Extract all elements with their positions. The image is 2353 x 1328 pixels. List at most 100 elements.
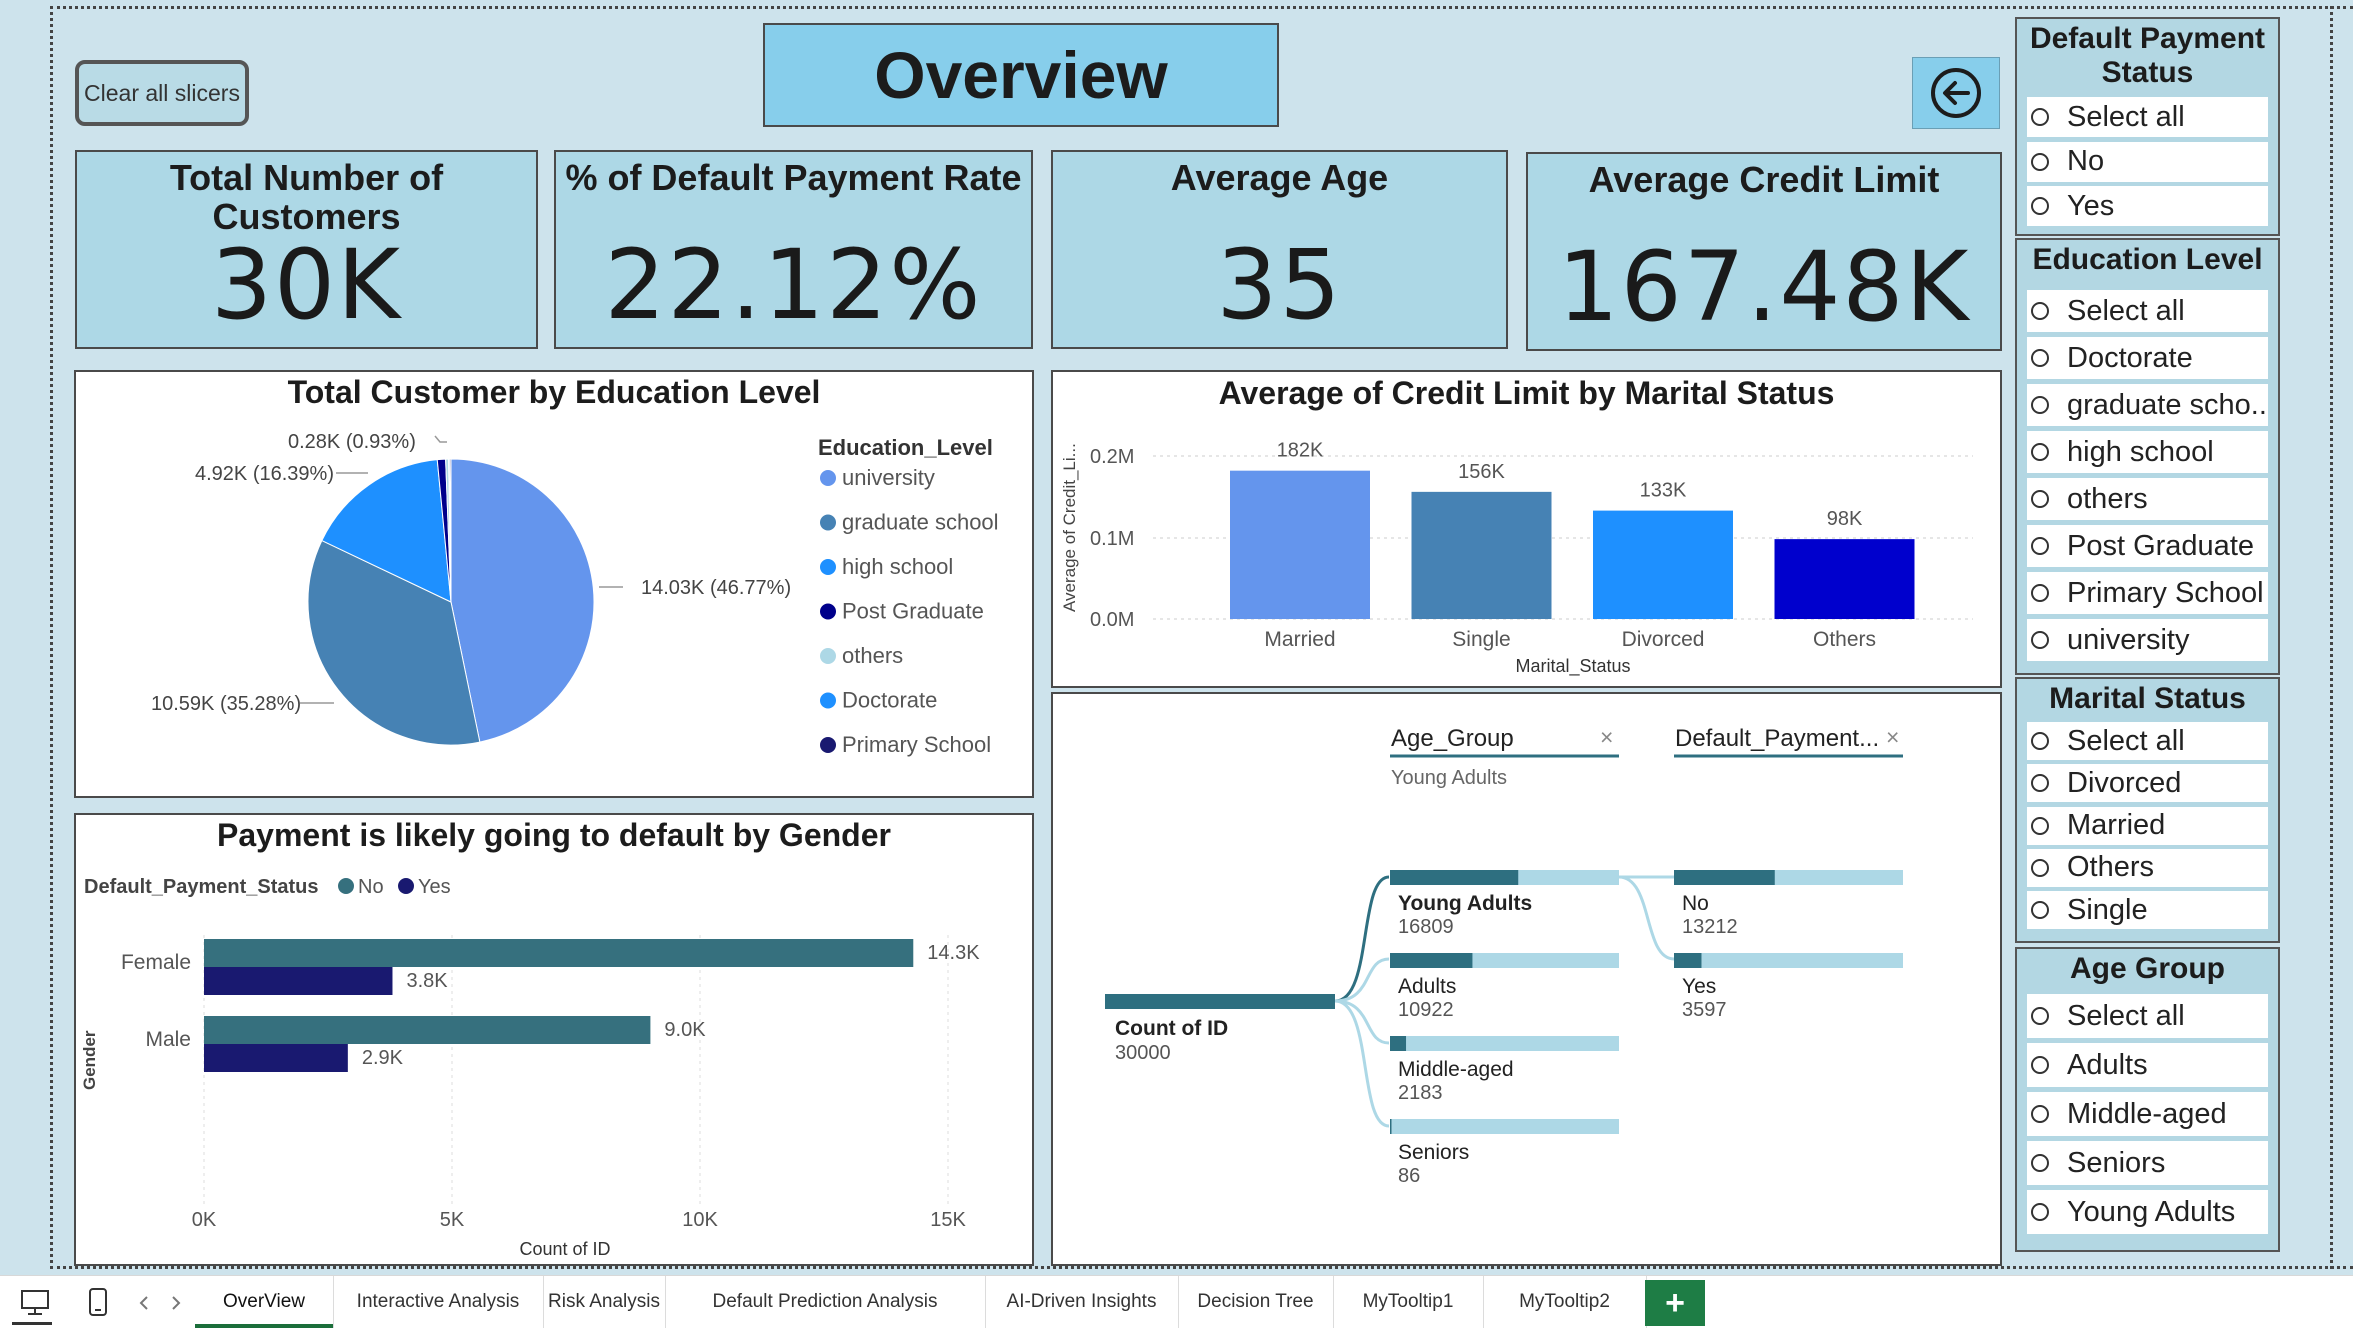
slicer-option-young-adults[interactable]: Young Adults: [2027, 1190, 2268, 1234]
slicer-option-others[interactable]: others: [2027, 478, 2268, 520]
tree-node-no-bar[interactable]: [1674, 870, 1775, 885]
bar-others[interactable]: [1774, 539, 1915, 619]
remove-level-icon[interactable]: ×: [1600, 724, 1613, 750]
radio-button-icon[interactable]: [2031, 152, 2049, 171]
slicer-option-adults[interactable]: Adults: [2027, 1043, 2268, 1087]
decomposition-tree-panel[interactable]: Age_Group × Young Adults Default_Payment…: [1051, 692, 2002, 1266]
radio-button-icon[interactable]: [2031, 349, 2049, 367]
tree-node-adults-bar[interactable]: [1390, 953, 1473, 968]
radio-button-icon[interactable]: [2031, 1154, 2049, 1172]
slicer-option-divorced[interactable]: Divorced: [2027, 764, 2268, 803]
education-pie-panel[interactable]: Total Customer by Education Level 14.03K…: [74, 370, 1034, 798]
tree-node-yes-bar[interactable]: [1674, 953, 1702, 968]
tree-node-middle-aged-track[interactable]: [1390, 1036, 1619, 1051]
radio-button-icon[interactable]: [2031, 816, 2049, 835]
education-pie-chart[interactable]: 14.03K (46.77%) 10.59K (35.28%) 4.92K (1…: [76, 372, 1032, 796]
radio-button-icon[interactable]: [2031, 302, 2049, 320]
marital-status-slicer[interactable]: Marital Status Select all Divorced Married…: [2015, 677, 2280, 943]
radio-button-icon[interactable]: [2031, 1056, 2049, 1074]
pie-slice-university[interactable]: [450, 458, 595, 743]
radio-button-icon[interactable]: [2031, 108, 2049, 126]
tab-mytooltip2[interactable]: MyTooltip2: [1483, 1276, 1647, 1328]
tab-risk-analysis[interactable]: Risk Analysis: [543, 1276, 666, 1328]
legend-item-high-school[interactable]: high school: [842, 554, 953, 579]
legend-item-university[interactable]: university: [842, 465, 935, 490]
radio-button-icon[interactable]: [2031, 537, 2049, 555]
desktop-view-icon[interactable]: [20, 1289, 50, 1317]
legend-item-no[interactable]: No: [358, 876, 384, 898]
slicer-option-select-all[interactable]: Select all: [2027, 994, 2268, 1038]
tab-default-prediction-analysis[interactable]: Default Prediction Analysis: [665, 1276, 986, 1328]
legend-item-doctorate[interactable]: Doctorate: [842, 688, 937, 713]
radio-button-icon[interactable]: [2031, 901, 2049, 920]
radio-button-icon[interactable]: [2031, 1007, 2049, 1025]
slicer-option-select-all[interactable]: Select all: [2027, 97, 2268, 137]
slicer-option-post-graduate[interactable]: Post Graduate: [2027, 525, 2268, 567]
remove-level-icon[interactable]: ×: [1886, 724, 1899, 750]
marital-bar-panel[interactable]: Average of Credit Limit by Marital Statu…: [1051, 370, 2002, 688]
slicer-option-doctorate[interactable]: Doctorate: [2027, 337, 2268, 379]
radio-button-icon[interactable]: [2031, 396, 2049, 414]
tab-mytooltip1[interactable]: MyTooltip1: [1333, 1276, 1484, 1328]
legend-item-graduate-school[interactable]: graduate school: [842, 510, 999, 535]
slicer-option-primary-school[interactable]: Primary School: [2027, 572, 2268, 614]
slicer-option-select-all[interactable]: Select all: [2027, 290, 2268, 332]
back-button[interactable]: [1912, 57, 2000, 129]
slicer-option-select-all[interactable]: Select all: [2027, 722, 2268, 760]
radio-button-icon[interactable]: [2031, 584, 2049, 602]
tree-node-seniors-track[interactable]: [1390, 1119, 1619, 1134]
next-page-icon[interactable]: [170, 1295, 182, 1311]
tree-node-young-adults-bar[interactable]: [1390, 870, 1519, 885]
radio-button-icon[interactable]: [2031, 858, 2049, 877]
default-payment-slicer[interactable]: Default Payment Status Select all No Yes: [2015, 17, 2280, 236]
bar-married[interactable]: [1230, 470, 1370, 619]
radio-button-icon[interactable]: [2031, 490, 2049, 508]
slicer-option-others[interactable]: Others: [2027, 848, 2268, 887]
tab-decision-tree[interactable]: Decision Tree: [1178, 1276, 1334, 1328]
radio-button-icon[interactable]: [2031, 443, 2049, 461]
education-level-slicer[interactable]: Education Level Select all Doctorate gradu…: [2015, 238, 2280, 675]
radio-button-icon[interactable]: [2031, 732, 2049, 750]
decomposition-tree[interactable]: Age_Group × Young Adults Default_Payment…: [1053, 694, 2000, 1264]
legend-item-others[interactable]: others: [842, 643, 903, 668]
tree-node-yes-track[interactable]: [1674, 953, 1903, 968]
legend-item-post-graduate[interactable]: Post Graduate: [842, 599, 984, 624]
radio-button-icon[interactable]: [2031, 197, 2049, 215]
tree-node-seniors-bar[interactable]: [1390, 1119, 1392, 1134]
age-group-slicer[interactable]: Age Group Select all Adults Middle-aged Sen…: [2015, 947, 2280, 1252]
tree-node-middle-aged-bar[interactable]: [1390, 1036, 1407, 1051]
slicer-option-yes[interactable]: Yes: [2027, 186, 2268, 226]
bar-single[interactable]: [1411, 491, 1552, 619]
radio-button-icon[interactable]: [2031, 631, 2049, 649]
radio-button-icon[interactable]: [2031, 1203, 2049, 1221]
slicer-option-single[interactable]: Single: [2027, 891, 2268, 930]
bar-female-yes[interactable]: [204, 967, 393, 995]
add-page-icon[interactable]: +: [1645, 1280, 1705, 1326]
slicer-option-high-school[interactable]: high school: [2027, 431, 2268, 473]
radio-button-icon[interactable]: [2031, 774, 2049, 793]
tab-ai-driven-insights[interactable]: AI-Driven Insights: [985, 1276, 1179, 1328]
slicer-option-seniors[interactable]: Seniors: [2027, 1141, 2268, 1185]
prev-page-icon[interactable]: [138, 1295, 150, 1311]
mobile-view-icon[interactable]: [88, 1287, 108, 1317]
legend-item-yes[interactable]: Yes: [418, 876, 451, 898]
gender-bar-panel[interactable]: Payment is likely going to default by Ge…: [74, 813, 1034, 1266]
clear-all-slicers-button[interactable]: Clear all slicers: [75, 60, 249, 126]
pie-legend[interactable]: university graduate school high school Post…: [820, 465, 999, 757]
gender-bar-chart[interactable]: Default_Payment_Status No Yes Gender 0K 5K…: [76, 815, 1032, 1264]
slicer-option-middle-aged[interactable]: Middle-aged: [2027, 1092, 2268, 1136]
bar-female-no[interactable]: [204, 939, 914, 967]
bar-male-yes[interactable]: [204, 1044, 348, 1072]
slicer-option-university[interactable]: university: [2027, 619, 2268, 661]
legend-item-primary-school[interactable]: Primary School: [842, 732, 991, 757]
bar-divorced[interactable]: [1593, 510, 1733, 619]
slicer-option-graduate-scho[interactable]: graduate scho...: [2027, 384, 2268, 426]
marital-bar-chart[interactable]: Average of Credit_Li... 0.2M 0.1M 0.0M 1…: [1053, 372, 2000, 686]
radio-button-icon[interactable]: [2031, 1105, 2049, 1123]
slicer-option-no[interactable]: No: [2027, 141, 2268, 182]
bar-male-no[interactable]: [204, 1016, 651, 1044]
slicer-option-married[interactable]: Married: [2027, 806, 2268, 845]
root-bar[interactable]: [1105, 994, 1335, 1009]
tab-interactive-analysis[interactable]: Interactive Analysis: [333, 1276, 544, 1328]
gender-legend[interactable]: No Yes: [338, 876, 451, 898]
